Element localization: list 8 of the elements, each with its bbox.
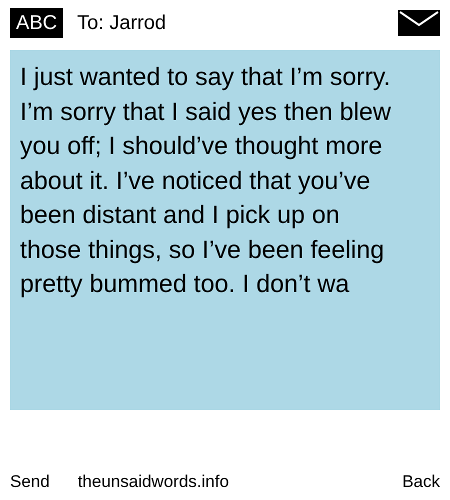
send-button[interactable]: Send: [10, 468, 50, 494]
website-label: theunsaidwords.info: [78, 470, 229, 492]
envelope-icon: [398, 10, 440, 36]
message-area[interactable]: [10, 50, 440, 410]
back-button[interactable]: Back: [402, 468, 440, 494]
recipient-label: To: Jarrod: [77, 11, 166, 36]
message-text: I just wanted to say that I’m sorry. I’m sorry that I said yes then blew you off; I should’ve thought more about it. I’ve noticed that you’ve been distant and I pick up on those things, so I’ve been feeling pretty bummed too. I don’t wa: [20, 62, 392, 300]
text-mode-badge: ABC: [10, 8, 64, 38]
